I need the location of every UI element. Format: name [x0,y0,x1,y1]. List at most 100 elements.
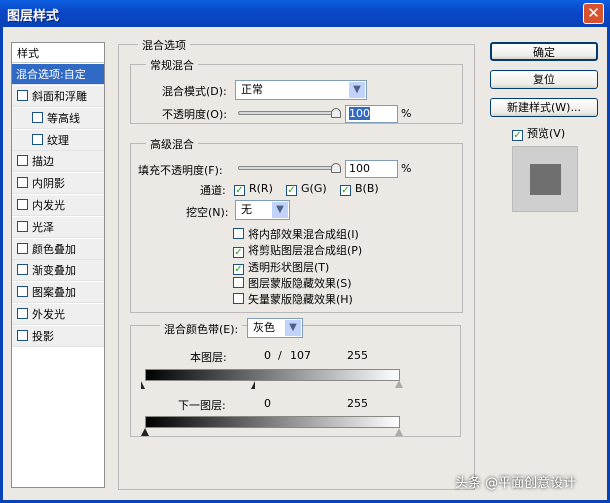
blend-if-select[interactable]: 灰色 ▼ [247,318,303,338]
checkbox[interactable] [17,308,28,319]
blend-mode-value: 正常 [241,83,263,96]
checkbox[interactable] [17,199,28,210]
sidebar-item-label: 投影 [32,329,54,343]
sidebar-item-label: 纹理 [47,133,69,147]
preview-label: 预览(V) [527,127,566,140]
window-title: 图层样式 [7,9,60,24]
checkbox[interactable] [17,242,28,254]
channel-checkbox[interactable]: ✓ R(R) [234,182,273,196]
ok-button[interactable]: 确定 [490,42,598,61]
check-icon [233,293,244,305]
advanced-blending-title: 高级混合 [146,136,198,152]
sidebar-item-label: 图案叠加 [32,286,76,300]
new-style-button[interactable]: 新建样式(W)... [490,98,598,117]
opacity-label: 不透明度(O): [162,108,227,121]
check-icon [233,276,244,288]
percent-label: % [401,107,412,120]
sidebar-item[interactable]: 等高线 [12,107,104,129]
knockout-select[interactable]: 无 ▼ [235,200,290,220]
sidebar-item-label: 颜色叠加 [32,242,76,256]
sidebar-item-label: 内发光 [32,199,65,212]
opacity-input[interactable]: 100 [345,105,398,123]
underlying-layer-label: 下一图层: [178,399,226,412]
watermark: 头条 @平面创意设计 [455,476,577,491]
sidebar-item-label: 斜面和浮雕 [32,90,87,103]
option-label: 图层蒙版隐藏效果(S) [248,276,352,290]
channels-label: 通道: [200,184,226,197]
checkbox[interactable] [32,133,43,145]
sidebar-item[interactable]: 图案叠加 [12,282,104,304]
blending-options-title: 混合选项 [138,37,190,53]
channel-label: G(G) [301,182,327,195]
sidebar-item[interactable]: 内阴影 [12,173,104,195]
opacity-slider-thumb[interactable] [331,108,341,118]
underlying-high: 255 [347,397,368,410]
channel-checkbox[interactable]: ✓ G(G) [286,182,327,196]
blend-if-label: 混合颜色带(E): [160,321,243,337]
sidebar-item-label: 外发光 [32,308,65,321]
channel-label: R(R) [249,182,273,195]
fill-opacity-input[interactable]: 100 [345,160,398,178]
title-bar [0,0,610,27]
this-layer-label: 本图层: [190,351,227,364]
advanced-option-checkbox[interactable]: 将内部效果混合成组(I) [233,226,359,242]
this-layer-black-left-handle[interactable] [141,381,145,389]
option-label: 矢量蒙版隐藏效果(H) [248,293,353,307]
channel-label: B(B) [355,182,379,195]
underlying-white-handle[interactable] [395,428,403,436]
underlying-black-handle[interactable] [141,428,149,436]
chevron-down-icon: ▼ [349,82,365,98]
chevron-down-icon: ▼ [285,320,301,336]
sidebar-item[interactable]: 投影 [12,325,104,347]
opacity-slider[interactable] [238,111,340,115]
sidebar-item-label: 描边 [32,155,54,169]
this-layer-white-handle[interactable] [395,380,403,388]
sidebar-item[interactable]: 斜面和浮雕 [12,86,104,107]
styles-header[interactable]: 样式 [12,43,104,63]
close-button[interactable]: ✕ [583,3,604,24]
this-layer-high: 255 [347,349,368,362]
channel-checkbox[interactable]: ✓ B(B) [340,182,379,196]
sidebar-item[interactable]: 描边 [12,151,104,173]
checkbox[interactable] [17,220,28,232]
advanced-option-checkbox[interactable]: ✓ 将剪贴图层混合成组(P) [233,242,362,259]
this-layer-separator: / [278,349,282,362]
percent-label: % [401,162,412,175]
blend-mode-label: 混合模式(D): [162,85,227,98]
checkbox[interactable] [17,329,28,341]
advanced-option-checkbox[interactable]: 图层蒙版隐藏效果(S) [233,275,352,291]
this-layer-low: 0 [264,349,271,362]
check-icon: ✓ [234,185,245,196]
preview-checkbox[interactable]: ✓ 预览(V) [512,125,565,141]
sidebar-item[interactable]: 外发光 [12,304,104,325]
check-icon: ✓ [233,263,244,275]
knockout-label: 挖空(N): [186,206,229,219]
fill-opacity-slider-thumb[interactable] [331,163,341,173]
check-icon [233,228,244,239]
fill-opacity-slider[interactable] [238,166,340,170]
sidebar-item[interactable]: 渐变叠加 [12,260,104,282]
advanced-option-checkbox[interactable]: ✓ 透明形状图层(T) [233,259,329,275]
check-icon: ✓ [233,247,244,259]
blend-if-value: 灰色 [253,321,275,334]
blend-mode-select[interactable]: 正常 ▼ [235,80,367,100]
this-layer-black-right-handle[interactable] [251,381,255,389]
advanced-option-checkbox[interactable]: 矢量蒙版隐藏效果(H) [233,291,353,307]
checkbox[interactable] [17,90,28,101]
sidebar-item[interactable]: 颜色叠加 [12,238,104,260]
sidebar-item[interactable]: 纹理 [12,129,104,151]
sidebar-item-blending-options[interactable]: 混合选项:自定 [12,64,104,85]
sidebar-item[interactable]: 内发光 [12,195,104,216]
check-icon: ✓ [512,130,523,141]
preview-thumbnail [512,146,578,212]
sidebar-item[interactable]: 光泽 [12,216,104,238]
sidebar-item-label: 等高线 [47,111,80,125]
checkbox[interactable] [17,264,28,276]
checkbox[interactable] [17,177,28,189]
checkbox[interactable] [17,286,28,298]
checkbox[interactable] [17,155,28,167]
checkbox[interactable] [32,111,43,123]
this-layer-split: 107 [290,349,311,362]
chevron-down-icon: ▼ [272,202,288,218]
reset-button[interactable]: 复位 [490,70,598,89]
